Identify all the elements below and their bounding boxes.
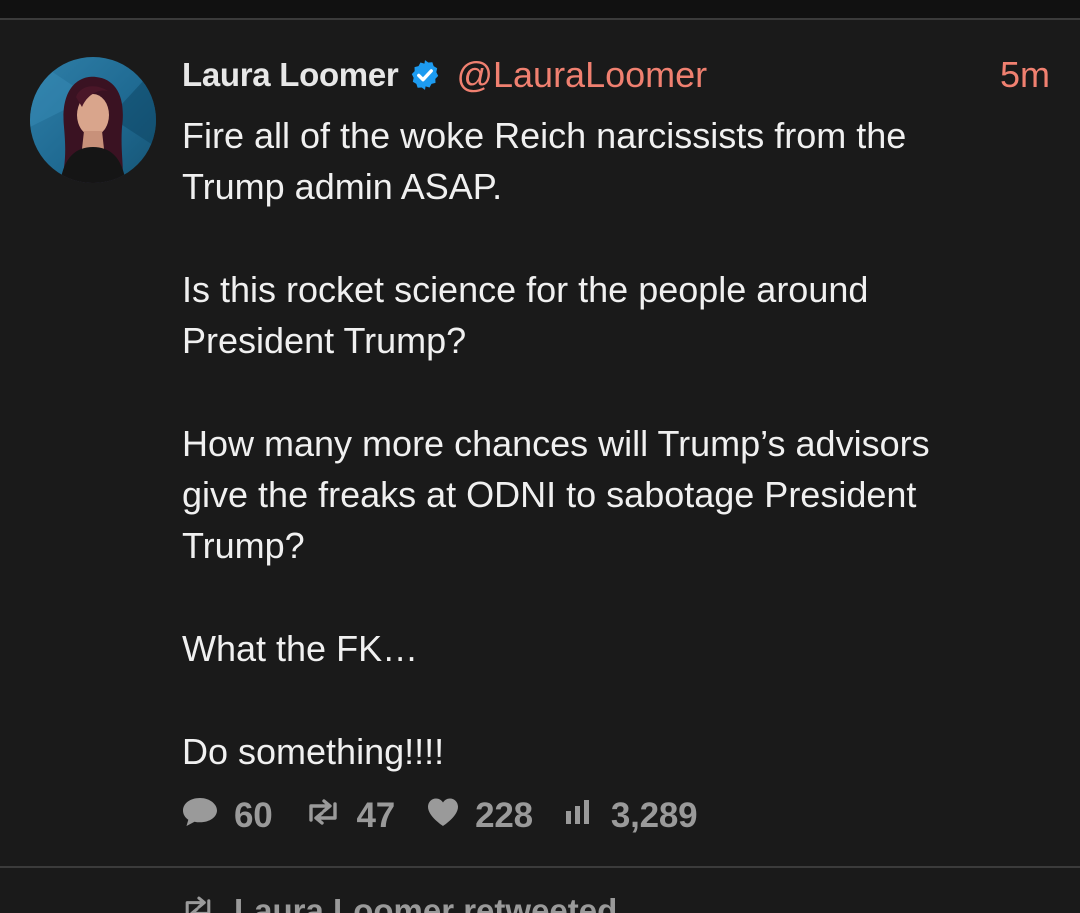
avatar[interactable] <box>30 57 156 183</box>
reply-button[interactable]: 60 <box>180 795 273 838</box>
text-line: How many more chances will Trump’s advis… <box>182 422 930 464</box>
text-line: What the FK… <box>182 627 419 669</box>
like-count: 228 <box>475 796 533 835</box>
tweet-paragraph: Do something!!!! <box>182 726 1042 777</box>
bar-chart-icon <box>563 796 597 836</box>
text-line: Fire all of the woke Reich narcissists f… <box>182 115 907 156</box>
like-button[interactable]: 228 <box>425 796 533 837</box>
tweet-actions: 60 47 228 3,289 <box>180 792 727 840</box>
text-line: Trump? <box>182 525 305 567</box>
text-line: Is this rocket science for the people ar… <box>182 268 869 310</box>
retweet-button[interactable]: 47 <box>303 796 396 836</box>
user-handle[interactable]: @LauraLoomer <box>456 54 707 96</box>
text-line: Trump admin ASAP. <box>182 166 503 208</box>
retweet-icon <box>303 796 343 836</box>
verified-badge-icon <box>408 58 442 92</box>
previous-item-edge <box>0 0 1080 18</box>
text-line: President Trump? <box>182 320 467 362</box>
tweet-paragraph: Fire all of the woke Reich narcissists f… <box>182 110 1042 213</box>
display-name[interactable]: Laura Loomer <box>182 56 399 94</box>
heart-icon <box>425 796 461 837</box>
view-count: 3,289 <box>610 796 698 835</box>
retweet-icon <box>180 892 216 913</box>
comment-bubble-icon <box>180 795 220 838</box>
tweet-paragraph: What the FK… <box>182 623 1042 674</box>
text-line: give the freaks at ODNI to sabotage Pres… <box>182 474 917 516</box>
views-button[interactable]: 3,289 <box>563 796 698 836</box>
divider <box>0 866 1080 868</box>
retweeted-indicator[interactable]: Laura Loomer retweeted <box>180 892 617 913</box>
reply-count: 60 <box>234 796 273 835</box>
timestamp[interactable]: 5m <box>1000 52 1050 98</box>
text-line: Do something!!!! <box>182 730 445 772</box>
retweeted-label: Laura Loomer retweeted <box>234 892 618 913</box>
tweet-paragraph: Is this rocket science for the people ar… <box>182 264 1042 367</box>
tweet-header: Laura Loomer @LauraLoomer <box>182 52 707 98</box>
tweet-text: Fire all of the woke Reich narcissists f… <box>182 110 1042 777</box>
timeline: Laura Loomer @LauraLoomer 5m Fire all of… <box>0 0 1080 913</box>
tweet-paragraph: How many more chances will Trump’s advis… <box>182 418 1042 572</box>
divider <box>0 18 1080 20</box>
retweet-count: 47 <box>356 796 396 835</box>
